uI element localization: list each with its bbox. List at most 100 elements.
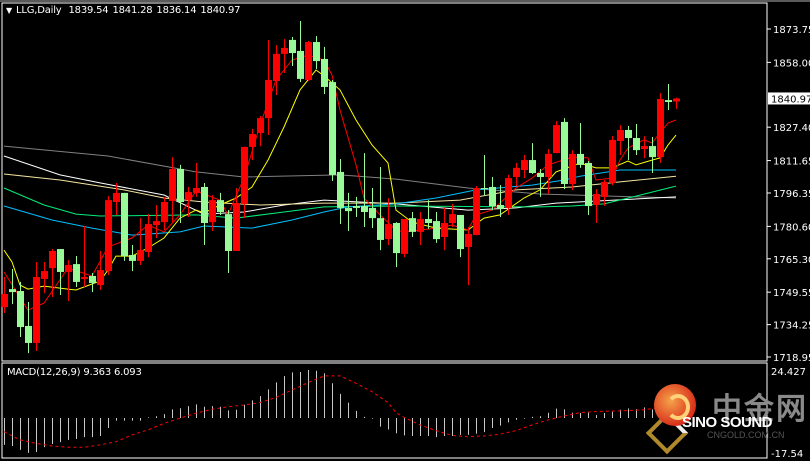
candle-body	[81, 277, 88, 279]
candle-body	[153, 221, 160, 226]
candle	[505, 174, 512, 215]
candle	[17, 281, 24, 337]
candle	[329, 79, 336, 182]
candle	[129, 245, 136, 272]
candle-body	[33, 277, 40, 343]
candle-body	[673, 98, 680, 102]
candle-body	[417, 218, 424, 232]
candle-body	[377, 218, 384, 240]
candle	[33, 261, 40, 351]
candle-body	[313, 42, 320, 62]
candle	[289, 36, 296, 66]
candle	[73, 256, 80, 287]
candle-body	[409, 218, 416, 232]
candle-body	[433, 221, 440, 240]
candle-body	[289, 39, 296, 54]
candle-body	[465, 234, 472, 247]
price-tick-label: 1827.40	[773, 123, 810, 134]
candle	[265, 39, 272, 136]
candle-body	[161, 202, 168, 223]
candle	[465, 227, 472, 286]
candle	[561, 118, 568, 190]
candle-body	[1, 293, 8, 308]
candle	[65, 260, 72, 301]
macd-header: MACD(12,26,9) 9.363 6.093	[7, 367, 145, 378]
candle-body	[321, 58, 328, 87]
candle	[177, 164, 184, 223]
candle	[369, 188, 376, 229]
candle-body	[481, 188, 488, 190]
candle-body	[617, 129, 624, 141]
candle-body	[393, 222, 400, 254]
candle	[385, 197, 392, 246]
candle-body	[633, 138, 640, 151]
candle-body	[273, 53, 280, 82]
candle-body	[641, 146, 648, 150]
candle	[233, 188, 240, 251]
candle	[337, 159, 344, 225]
collapse-triangle-icon[interactable]: ▼	[6, 6, 12, 15]
candle-body	[553, 125, 560, 154]
candle-body	[169, 168, 176, 201]
candle	[273, 44, 280, 96]
candle-body	[185, 192, 192, 201]
candle	[105, 196, 112, 276]
candle-body	[529, 160, 536, 173]
candle	[49, 249, 56, 297]
candle	[433, 211, 440, 243]
candle-body	[305, 42, 312, 80]
macd-histogram	[4, 370, 677, 453]
candle-body	[137, 250, 144, 261]
candle-body	[257, 118, 264, 133]
candle-body	[281, 47, 288, 54]
candle-body	[457, 214, 464, 250]
candle-body	[489, 186, 496, 207]
candle-body	[177, 168, 184, 203]
candle-body	[209, 200, 216, 223]
price-tick-label: 1873.75	[773, 25, 810, 36]
candle	[489, 177, 496, 211]
candle-body	[513, 167, 520, 178]
candle	[81, 225, 88, 287]
candle	[449, 203, 456, 228]
candle	[417, 211, 424, 246]
candle	[321, 46, 328, 94]
candle	[353, 196, 360, 218]
candle	[473, 186, 480, 236]
candle	[41, 261, 48, 294]
candle-body	[249, 133, 256, 147]
candle-body	[233, 203, 240, 251]
candle-body	[657, 99, 664, 158]
candle	[137, 218, 144, 265]
candle	[585, 161, 592, 215]
candle-body	[649, 146, 656, 158]
candle-body	[497, 204, 504, 210]
candle-body	[105, 200, 112, 272]
candle	[601, 179, 608, 207]
candle	[145, 214, 152, 258]
candle-body	[625, 129, 632, 139]
candle-body	[217, 200, 224, 212]
watermark-logo: 中金网 SINO SOUND CNGOLD.COM.CN	[645, 384, 810, 455]
candle-body	[353, 206, 360, 208]
candle	[225, 210, 232, 274]
candle-body	[545, 153, 552, 178]
candle	[625, 125, 632, 161]
price-tick-label: 1780.60	[773, 222, 810, 233]
candle	[409, 211, 416, 237]
candle	[121, 192, 128, 261]
logo-url-text: CNGOLD.COM.CN	[707, 430, 785, 440]
candle-body	[561, 121, 568, 185]
candle-body	[25, 325, 32, 343]
macd-tick-label: 24.427	[771, 367, 806, 378]
candle-body	[361, 206, 368, 212]
logo-en-text: SINO SOUND	[682, 414, 773, 431]
candle-body	[129, 254, 136, 261]
candle-body	[49, 250, 56, 269]
price-tick-label: 1796.35	[773, 189, 810, 200]
candle	[609, 136, 616, 186]
candle-body	[121, 192, 128, 257]
candle-body	[225, 214, 232, 251]
ohlc-open: 1839.54	[68, 5, 109, 16]
candle	[305, 40, 312, 82]
